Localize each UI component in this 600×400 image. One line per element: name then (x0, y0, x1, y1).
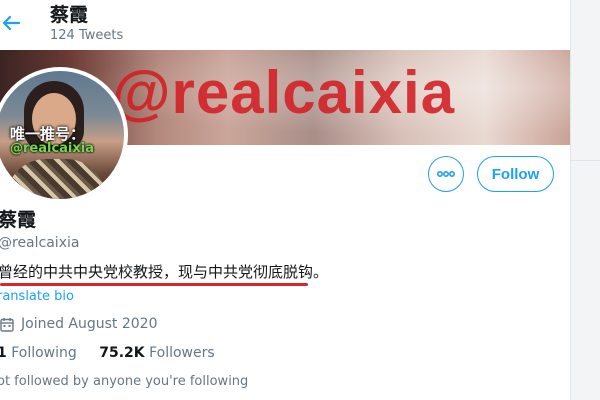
more-options-button[interactable] (428, 156, 464, 192)
profile-handle: @realcaixia (0, 235, 80, 251)
following-label: Following (11, 345, 77, 361)
avatar-clothing (6, 159, 106, 199)
avatar-caption-line2: @realcaixia (10, 141, 95, 156)
tweet-count: 124 Tweets (50, 28, 124, 43)
back-arrow-icon (2, 15, 21, 31)
followers-count: 75.2K (99, 345, 145, 361)
profile-bio: 曾经的中共中央党校教授，现与中共党彻底脱钩。 (0, 263, 329, 281)
follow-button[interactable]: Follow (477, 156, 554, 192)
banner-handle-text: @realcaixia (112, 59, 456, 126)
joined-text: Joined August 2020 (21, 316, 158, 332)
followers-label: Followers (149, 345, 215, 361)
profile-name: 蔡霞 (0, 209, 37, 231)
header-title: 蔡霞 (50, 4, 89, 26)
back-button[interactable] (0, 10, 24, 36)
profile-header: 蔡霞 124 Tweets (0, 0, 570, 50)
more-dots-icon (436, 170, 456, 178)
joined-date: Joined August 2020 (0, 313, 157, 335)
avatar[interactable]: 唯一推号： @realcaixia (0, 67, 128, 203)
calendar-icon (0, 316, 14, 332)
mutual-followers-note: ot followed by anyone you're following (0, 374, 249, 389)
profile-page: 蔡霞 124 Tweets @realcaixia 唯一推号： @realcai… (0, 0, 600, 400)
bio-highlight-underline (0, 283, 308, 286)
followers-link[interactable]: 75.2K Followers (99, 343, 214, 363)
scroll-divider (571, 160, 600, 161)
following-link[interactable]: 1 Following (0, 343, 77, 363)
translate-bio-link[interactable]: ranslate bio (0, 288, 74, 306)
following-count: 1 (0, 345, 7, 361)
page-scroll-area[interactable] (570, 0, 600, 400)
follow-stats: 1 Following 75.2K Followers (0, 343, 215, 363)
